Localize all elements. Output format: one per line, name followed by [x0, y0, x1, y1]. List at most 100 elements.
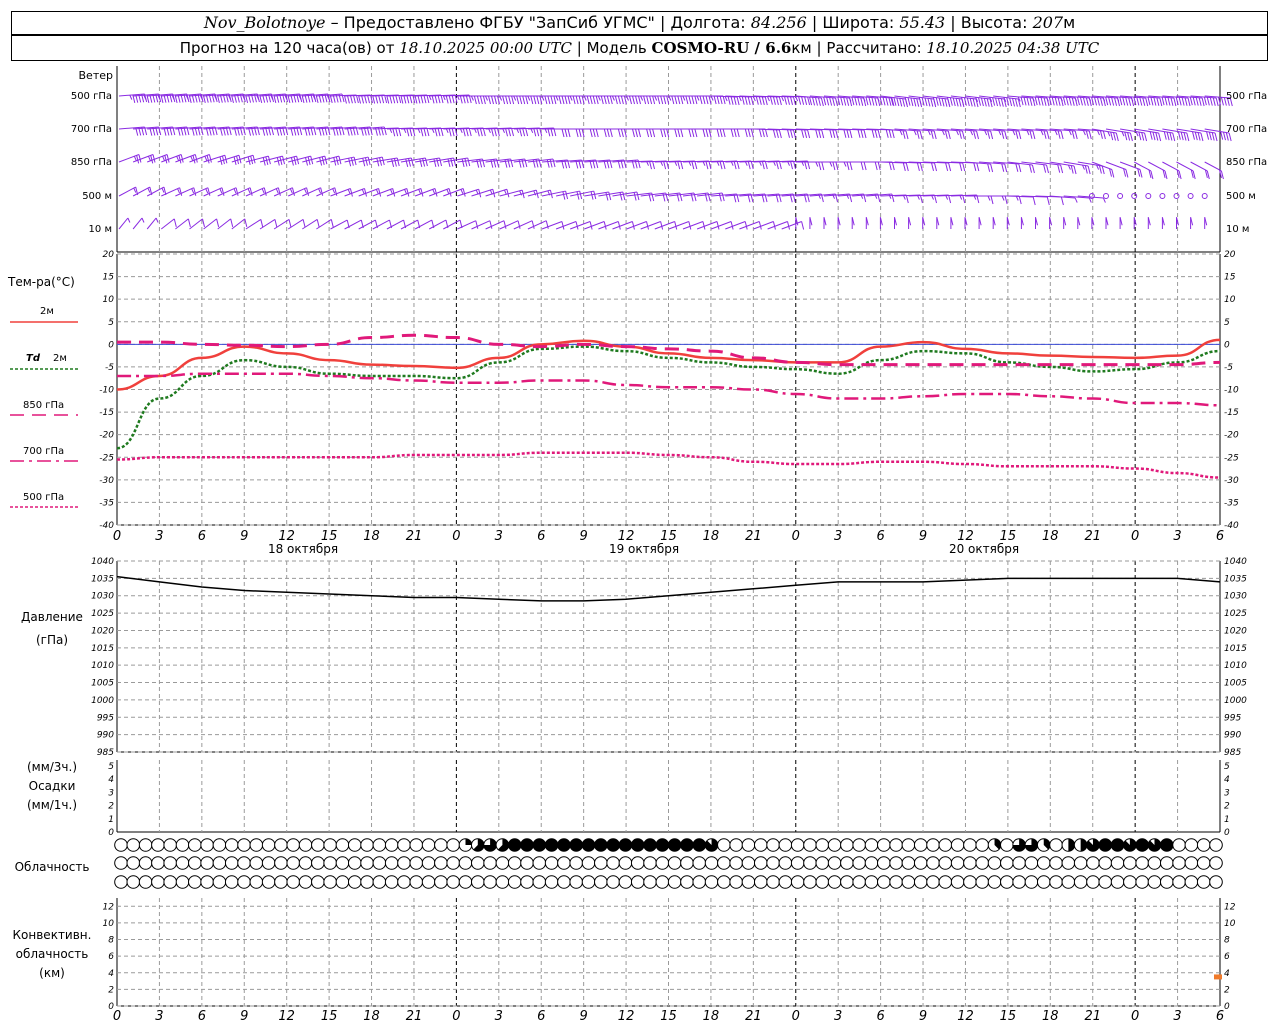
wind-barb-feather: [772, 96, 776, 105]
wind-barb-feather: [990, 195, 994, 205]
temp-tick-right: -30: [1224, 476, 1239, 486]
wind-barb-feather: [187, 218, 191, 227]
wind-barb-feather: [1167, 97, 1171, 106]
conv-x-tick: 18: [363, 1009, 380, 1024]
wind-barb-feather: [865, 96, 869, 106]
wind-barb-feather: [1098, 165, 1102, 174]
cloud-cover-symbol: [212, 875, 227, 889]
temp-tick-right: 5: [1224, 318, 1230, 328]
cloud-cover-symbol: [1098, 875, 1113, 889]
wind-barb-feather: [549, 159, 553, 168]
wind-barb-feather: [1152, 131, 1156, 141]
wind-barb-feather: [378, 188, 382, 197]
cloud-cover-symbol: [926, 838, 940, 852]
wind-barb-feather: [202, 218, 205, 227]
wind-barb-feather: [1184, 97, 1188, 106]
wind-barb-feather: [849, 129, 853, 139]
wind-barb-feather: [958, 130, 962, 139]
cloud-cover-symbol: [729, 856, 743, 870]
wind-barb-feather: [479, 127, 483, 137]
cloud-cover-symbol: [138, 875, 153, 889]
wind-barb-feather: [671, 95, 675, 105]
wind-barb-feather: [871, 97, 875, 106]
wind-barb-feather: [1029, 164, 1033, 173]
wind-level-label: 10 м: [89, 224, 112, 235]
wind-barb-feather: [1068, 97, 1072, 106]
cloud-cover-fill: [705, 838, 718, 852]
conv-x-tick: 9: [919, 1009, 927, 1024]
cloud-cover-symbol: [274, 838, 288, 852]
wind-barb-feather: [544, 95, 548, 105]
cloud-cover-symbol: [409, 875, 424, 889]
wind-barb-feather: [302, 219, 306, 228]
wind-barb-feather: [854, 97, 858, 106]
cloud-cover-symbol: [188, 838, 202, 852]
wind-barb-feather: [815, 97, 818, 106]
wind-barb-feather: [871, 129, 875, 138]
wind-barb: [1204, 161, 1222, 172]
wind-barb-feather: [716, 221, 720, 230]
pressure-tick-right: 985: [1224, 748, 1241, 758]
temp-tick-right: -15: [1224, 408, 1239, 418]
conv-tick-right: 0: [1224, 1002, 1230, 1012]
pressure-tick-left: 1010: [91, 661, 114, 671]
wind-barb-feather: [646, 95, 650, 105]
conv-x-tick: 3: [1173, 1009, 1181, 1024]
cloud-cover-symbol: [963, 856, 977, 870]
cloud-cover-symbol: [434, 875, 448, 889]
wind-barb-feather: [446, 189, 450, 195]
wind-barb-feather: [660, 95, 664, 105]
cloud-cover-symbol: [987, 856, 1002, 870]
cloud-cover-symbol: [938, 875, 953, 889]
wind-barb-feather: [1046, 196, 1050, 206]
wind-barb-feather: [1015, 163, 1019, 172]
wind-barb-feather: [352, 94, 356, 104]
temp-x-tick: 3: [834, 529, 842, 544]
conv-tick-right: 8: [1224, 936, 1230, 946]
wind-barb-feather: [817, 97, 821, 106]
wind-barb-feather: [1191, 131, 1195, 140]
cloud-cover-symbol: [1135, 875, 1149, 889]
wind-barb-feather: [550, 95, 554, 105]
temp-tick-left: -25: [99, 453, 114, 463]
cloud-cover-symbol: [397, 875, 411, 889]
conv-x-tick: 0: [452, 1009, 460, 1024]
wind-barb-feather: [1220, 131, 1224, 140]
wind-barb-feather: [367, 156, 371, 166]
wind-barb-feather: [1071, 130, 1075, 139]
cloud-cover-symbol: [753, 856, 768, 870]
cloud-cover-symbol: [1196, 875, 1211, 889]
wind-barb-feather: [660, 128, 664, 138]
cloud-cover-symbol: [840, 875, 854, 889]
cloud-cover-symbol: [114, 856, 128, 870]
wind-barb-feather: [384, 94, 388, 104]
wind-barb-feather: [468, 127, 472, 137]
temp-tick-left: -5: [105, 363, 114, 373]
wind-barb-feather: [576, 191, 580, 200]
wind-barb-feather: [476, 95, 480, 105]
wind-calm-mark: [1117, 193, 1124, 199]
wind-barb-feather: [795, 96, 799, 102]
wind-barb-feather: [1051, 97, 1055, 106]
cloud-cover-symbol: [1049, 838, 1063, 852]
wind-barb-feather: [885, 129, 889, 138]
wind-barb-feather: [787, 129, 791, 138]
cloud-cover-symbol: [1061, 856, 1076, 870]
cloud-cover-symbol: [766, 856, 780, 870]
wind-barb-feather: [522, 127, 526, 137]
wind-barb-feather: [652, 95, 656, 105]
wind-barb-feather: [392, 128, 396, 137]
cloud-cover-symbol: [790, 856, 805, 870]
wind-barb-feather: [919, 130, 923, 140]
wind-barb-feather: [1144, 132, 1148, 142]
wind-barb-feather: [956, 130, 959, 136]
wind-barb-feather: [451, 127, 455, 137]
wind-barb-feather: [499, 95, 503, 101]
wind-barb-feather: [1141, 132, 1145, 141]
wind-barb-feather: [275, 188, 279, 194]
wind-barb-feather: [440, 127, 444, 137]
wind-barb: [471, 220, 491, 230]
cloud-cover-symbol: [458, 875, 473, 889]
wind-barb-feather: [318, 188, 322, 194]
wind-barb-feather: [586, 95, 590, 105]
